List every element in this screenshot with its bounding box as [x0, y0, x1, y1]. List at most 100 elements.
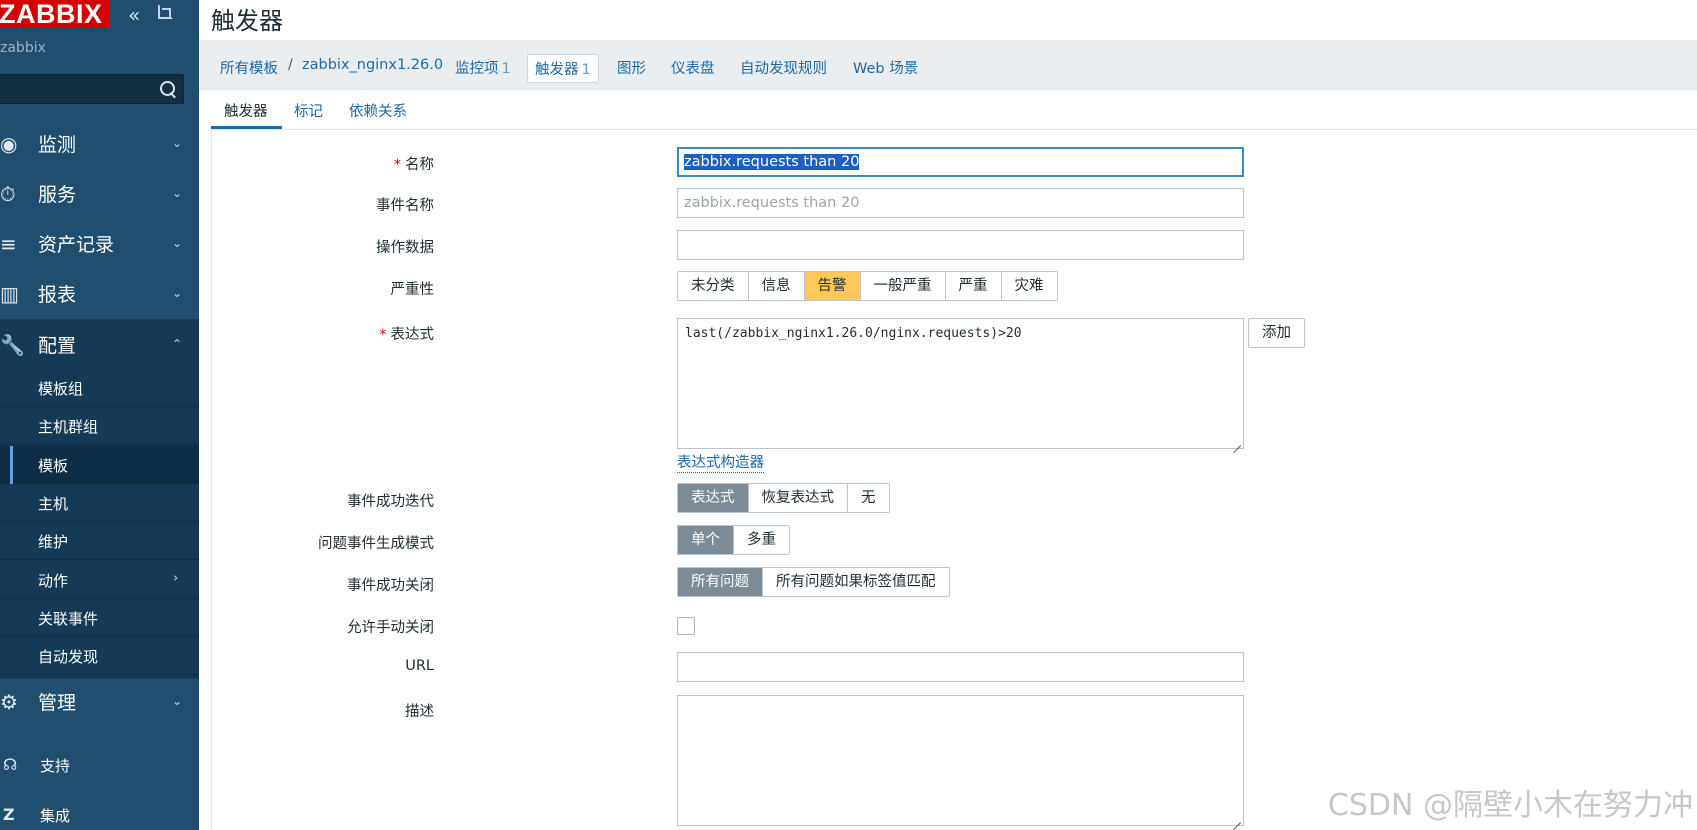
description-label: 描述	[405, 704, 434, 720]
expression-value: last(/zabbix_nginx1.26.0/nginx.requests)…	[685, 326, 1022, 341]
submenu-templates[interactable]: 模板	[0, 446, 199, 484]
severity-information[interactable]: 信息	[748, 272, 805, 300]
sidebar-search-input[interactable]	[0, 74, 184, 104]
severity-disaster[interactable]: 灾难	[1001, 272, 1057, 300]
breadcrumb-triggers[interactable]: 触发器 1	[527, 54, 599, 83]
breadcrumb-template[interactable]: zabbix_nginx1.26.0	[302, 57, 443, 73]
chevron-right-icon: ›	[173, 571, 179, 586]
nav-reports[interactable]: ▥ 报表 ⌄	[0, 268, 199, 318]
submenu-label: 主机群组	[38, 418, 99, 436]
submenu-hosts[interactable]: 主机	[0, 484, 199, 522]
problem-mode-multiple[interactable]: 多重	[734, 526, 789, 554]
severity-high[interactable]: 严重	[945, 272, 1002, 300]
submenu-label: 自动发现	[38, 648, 99, 666]
nav-services[interactable]: ⏱ 服务 ⌄	[0, 168, 199, 218]
submenu-discovery[interactable]: 自动发现	[0, 637, 199, 675]
page-title: 触发器	[211, 7, 283, 35]
trigger-form: * 名称 zabbix.requests than 20 事件名称 zabbix.…	[211, 130, 1697, 830]
problem-mode-label: 问题事件生成模式	[318, 536, 434, 552]
kiosk-mode-icon[interactable]	[158, 4, 173, 19]
eye-icon: ◉	[0, 132, 18, 156]
nav-monitoring[interactable]: ◉ 监测 ⌄	[0, 118, 199, 168]
expression-textarea[interactable]: last(/zabbix_nginx1.26.0/nginx.requests)…	[677, 318, 1244, 449]
stopwatch-icon: ⏱	[0, 182, 16, 206]
submenu-label: 维护	[38, 533, 69, 551]
nav-label: 报表	[38, 283, 77, 306]
resize-handle-icon[interactable]	[1231, 813, 1241, 823]
wrench-icon: 🔧	[0, 333, 25, 357]
submenu-template-groups[interactable]: 模板组	[0, 369, 199, 407]
items-count: 1	[501, 61, 511, 77]
ok-event-closes-selector: 所有问题 所有问题如果标签值匹配	[677, 567, 950, 597]
manual-close-checkbox[interactable]	[677, 617, 695, 635]
nav-label: 集成	[40, 807, 71, 825]
name-input-value: zabbix.requests than 20	[684, 154, 860, 170]
breadcrumb-web-scenarios[interactable]: Web 场景	[853, 57, 918, 78]
breadcrumb-items-label: 监控项	[455, 61, 499, 77]
tab-tags[interactable]: 标记	[294, 100, 323, 121]
nav-integrations[interactable]: Z 集成	[0, 795, 199, 830]
tab-dependencies[interactable]: 依赖关系	[349, 100, 407, 121]
active-tab-indicator	[211, 126, 282, 129]
chevron-up-icon: ⌃	[172, 337, 183, 351]
ok-event-closes-label: 事件成功关闭	[347, 578, 434, 594]
breadcrumb-all-templates[interactable]: 所有模板	[220, 57, 278, 78]
severity-label: 严重性	[390, 282, 435, 298]
expression-label: * 表达式	[212, 323, 434, 344]
submenu-event-correlation[interactable]: 关联事件	[0, 599, 199, 637]
submenu-host-groups[interactable]: 主机群组	[0, 407, 199, 445]
nav-label: 监测	[38, 133, 77, 156]
name-input[interactable]: zabbix.requests than 20	[677, 147, 1244, 177]
zabbix-logo[interactable]: ZABBIX	[0, 0, 109, 28]
nav-label: 配置	[38, 334, 77, 357]
nav-support[interactable]: ☊ 支持	[0, 745, 199, 785]
breadcrumb-items[interactable]: 监控项 1	[455, 57, 511, 78]
submenu-actions[interactable]: 动作 ›	[0, 561, 199, 599]
operational-data-input[interactable]	[677, 230, 1244, 260]
ok-event-recovery-expression[interactable]: 恢复表达式	[748, 484, 848, 512]
breadcrumb-separator: /	[288, 57, 293, 73]
submenu-label: 模板组	[38, 380, 84, 398]
event-name-input[interactable]: zabbix.requests than 20	[677, 188, 1244, 218]
expression-constructor-link[interactable]: 表达式构造器	[677, 451, 764, 473]
chevron-down-icon: ⌄	[172, 136, 183, 150]
integrations-icon: Z	[3, 805, 15, 824]
ok-close-all-problems[interactable]: 所有问题	[678, 568, 763, 596]
severity-not-classified[interactable]: 未分类	[678, 272, 749, 300]
chevron-down-icon: ⌄	[172, 694, 183, 708]
ok-event-generation-label: 事件成功迭代	[347, 494, 434, 510]
problem-mode-selector: 单个 多重	[677, 525, 790, 555]
manual-close-label: 允许手动关闭	[347, 620, 434, 636]
nav-label: 资产记录	[38, 233, 115, 256]
submenu-label: 主机	[38, 495, 69, 513]
chevron-down-icon: ⌄	[172, 186, 183, 200]
headset-icon: ☊	[3, 755, 18, 774]
resize-handle-icon[interactable]	[1231, 436, 1241, 446]
event-name-label: 事件名称	[376, 198, 434, 214]
nav-administration[interactable]: ⚙ 管理 ⌄	[0, 676, 199, 726]
breadcrumb-triggers-label: 触发器	[535, 62, 579, 78]
tab-trigger[interactable]: 触发器	[224, 100, 268, 121]
severity-average[interactable]: 一般严重	[860, 272, 946, 300]
nav-configuration[interactable]: 🔧 配置 ⌃	[0, 319, 199, 369]
add-expression-button[interactable]: 添加	[1248, 318, 1305, 348]
breadcrumb-discovery-rules[interactable]: 自动发现规则	[740, 57, 827, 78]
url-input[interactable]	[677, 652, 1244, 682]
ok-event-generation-selector: 表达式 恢复表达式 无	[677, 483, 890, 513]
search-icon[interactable]	[158, 79, 178, 99]
submenu-label: 模板	[38, 457, 69, 475]
ok-event-none[interactable]: 无	[848, 484, 889, 512]
breadcrumb-dashboards[interactable]: 仪表盘	[671, 57, 715, 78]
description-textarea[interactable]	[677, 695, 1244, 826]
severity-warning[interactable]: 告警	[804, 272, 861, 300]
submenu-maintenance[interactable]: 维护	[0, 522, 199, 560]
ok-close-tag-match[interactable]: 所有问题如果标签值匹配	[763, 568, 949, 596]
required-marker: *	[379, 327, 387, 343]
nav-inventory[interactable]: ≡ 资产记录 ⌄	[0, 218, 199, 268]
problem-mode-single[interactable]: 单个	[678, 526, 734, 554]
breadcrumb-graphs[interactable]: 图形	[617, 57, 646, 78]
collapse-sidebar-icon[interactable]: «	[128, 3, 140, 27]
ok-event-expression[interactable]: 表达式	[678, 484, 749, 512]
breadcrumb: 所有模板 / zabbix_nginx1.26.0 监控项 1 触发器 1 图形 仪…	[199, 40, 1697, 90]
severity-selector: 未分类 信息 告警 一般严重 严重 灾难	[677, 271, 1058, 301]
